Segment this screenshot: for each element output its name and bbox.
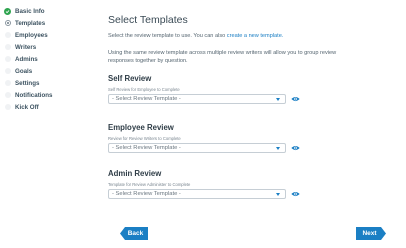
nav-item-settings[interactable]: Settings [0, 78, 39, 88]
self-review-heading: Self Review [108, 74, 152, 83]
nav-item-basic-info[interactable]: Basic Info [0, 6, 45, 16]
chevron-down-icon [276, 98, 280, 101]
eye-icon[interactable] [291, 96, 300, 102]
select-value: - Select Review Template - [112, 191, 181, 197]
nav-item-employees[interactable]: Employees [0, 30, 48, 40]
select-value: - Select Review Template - [112, 145, 181, 151]
nav-item-goals[interactable]: Goals [0, 66, 32, 76]
nav-item-label: Goals [15, 67, 33, 75]
nav-item-label: Kick Off [15, 103, 39, 111]
admin-review-template-select[interactable]: - Select Review Template - [108, 189, 286, 199]
select-value: - Select Review Template - [112, 96, 181, 102]
nav-item-admins[interactable]: Admins [0, 54, 38, 64]
step-dot-icon [4, 68, 11, 74]
nav-item-kick-off[interactable]: Kick Off [0, 102, 39, 112]
next-button[interactable]: Next [356, 227, 386, 240]
page-title: Select Templates [108, 14, 188, 26]
nav-item-label: Admins [15, 55, 38, 63]
info-line-2: responses together by question. [108, 58, 188, 64]
eye-icon[interactable] [291, 145, 300, 151]
employee-review-template-select[interactable]: - Select Review Template - [108, 143, 286, 153]
wizard-step-nav: Basic Info Templates Employees Writers A… [0, 0, 100, 248]
self-review-template-select[interactable]: - Select Review Template - [108, 94, 286, 104]
nav-item-label: Templates [15, 19, 46, 27]
admin-review-subtitle: Template for Review Administer to Comple… [108, 182, 191, 187]
nav-item-label: Notifications [15, 91, 53, 99]
current-step-icon [4, 20, 11, 26]
step-dot-icon [4, 56, 11, 62]
back-button[interactable]: Back [120, 227, 148, 240]
nav-item-label: Basic Info [15, 7, 45, 15]
chevron-down-icon [276, 147, 280, 150]
employee-review-subtitle: Review for Review Writers to Complete [108, 136, 181, 141]
chevron-down-icon [276, 193, 280, 196]
eye-icon[interactable] [291, 191, 300, 197]
step-dot-icon [4, 44, 11, 50]
nav-item-label: Settings [15, 79, 40, 87]
nav-item-label: Writers [15, 43, 37, 51]
step-dot-icon [4, 92, 11, 98]
step-dot-icon [4, 32, 11, 38]
nav-item-label: Employees [15, 31, 48, 39]
step-dot-icon [4, 104, 11, 110]
nav-item-templates[interactable]: Templates [0, 18, 45, 28]
self-review-subtitle: Self Review for Employee to Complete [108, 87, 180, 92]
intro-text: Select the review template to use. You c… [108, 33, 284, 39]
create-template-link[interactable]: create a new template. [227, 33, 284, 39]
admin-review-heading: Admin Review [108, 169, 162, 178]
check-circle-icon [4, 7, 11, 15]
nav-item-writers[interactable]: Writers [0, 42, 36, 52]
step-dot-icon [4, 80, 11, 86]
nav-item-notifications[interactable]: Notifications [0, 90, 52, 100]
employee-review-heading: Employee Review [108, 123, 174, 132]
